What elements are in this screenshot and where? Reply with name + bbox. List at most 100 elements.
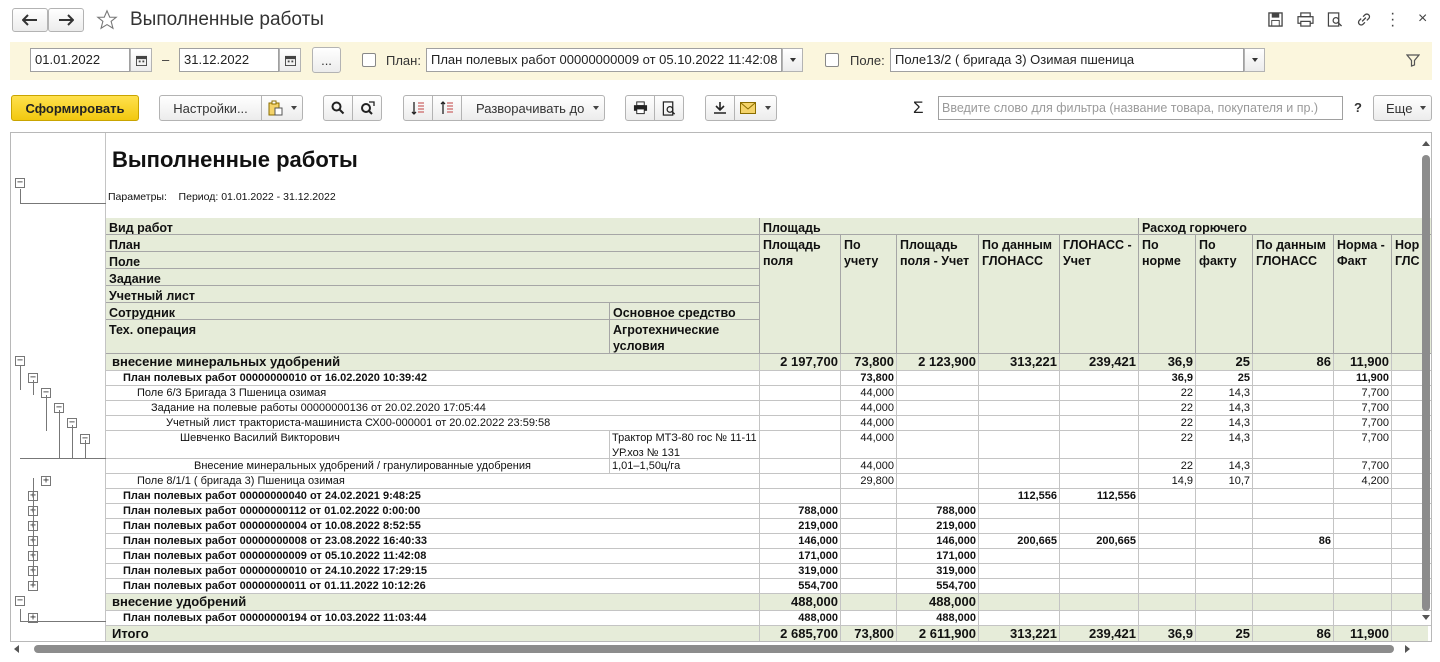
report-area[interactable]: Выполненные работы Параметры: Период: 01…	[10, 132, 1432, 642]
find-button[interactable]	[323, 95, 353, 121]
settings-button[interactable]: Настройки...	[159, 95, 262, 121]
table-row[interactable]: План полевых работ 00000000010 от 24.10.…	[106, 564, 1431, 579]
group-row[interactable]: Итого 2 685,700 73,800 2 611,900 313,221 239,…	[106, 626, 1428, 641]
print-icon[interactable]	[1297, 12, 1314, 30]
table-row[interactable]: План полевых работ 00000000010 от 16.02.…	[106, 371, 1431, 386]
filter-funnel-icon[interactable]	[1405, 53, 1421, 70]
row-value	[1334, 534, 1392, 549]
collapse-header-toggle[interactable]: −	[15, 178, 25, 188]
table-row[interactable]: План полевых работ 00000000011 от 01.11.…	[106, 579, 1431, 594]
field-label: Поле:	[850, 53, 885, 68]
date-to-field[interactable]: 31.12.2022	[179, 48, 279, 72]
tree-line	[46, 395, 47, 431]
row-value: 171,000	[897, 549, 979, 564]
row-value: 488,000	[897, 594, 979, 611]
expand-all-button[interactable]	[403, 95, 433, 121]
close-icon[interactable]: ×	[1418, 10, 1427, 28]
print-button[interactable]	[625, 95, 655, 121]
row-value: 7,700	[1334, 459, 1392, 474]
field-dropdown-button[interactable]	[1244, 48, 1265, 72]
table-row[interactable]: План полевых работ 00000000009 от 05.10.…	[106, 549, 1431, 564]
help-icon[interactable]: ?	[1354, 100, 1362, 115]
row-value	[1060, 416, 1139, 431]
print-preview-button[interactable]	[654, 95, 684, 121]
scrollbar-thumb[interactable]	[34, 645, 1394, 653]
forward-button[interactable]	[48, 8, 84, 32]
vertical-scrollbar[interactable]	[1421, 137, 1431, 625]
plan-dropdown-button[interactable]	[782, 48, 803, 72]
link-icon[interactable]	[1356, 12, 1372, 30]
report-title: Выполненные работы	[112, 147, 358, 172]
table-row[interactable]: Внесение минеральных удобрений / гранули…	[106, 459, 1431, 474]
scroll-up-arrow[interactable]	[1422, 141, 1430, 146]
save-icon[interactable]	[1268, 12, 1283, 30]
chevron-down-icon	[765, 106, 771, 110]
sum-icon[interactable]: Σ	[913, 98, 924, 118]
row-value	[1139, 489, 1196, 504]
table-row[interactable]: План полевых работ 00000000112 от 01.02.…	[106, 504, 1431, 519]
table-row[interactable]: Учетный лист тракториста-машиниста СХ00-…	[106, 416, 1431, 431]
download-icon	[714, 102, 726, 114]
group-row[interactable]: внесение минеральных удобрений 2 197,700 7…	[106, 354, 1431, 371]
row-value	[1196, 489, 1253, 504]
send-email-button[interactable]	[734, 95, 777, 121]
table-row[interactable]: План полевых работ 00000000008 от 23.08.…	[106, 534, 1431, 549]
generate-button[interactable]: Сформировать	[11, 95, 139, 121]
plan-checkbox[interactable]	[362, 53, 376, 67]
calendar-to-button[interactable]	[279, 48, 301, 72]
horizontal-scrollbar[interactable]	[10, 643, 1432, 655]
expand-to-dropdown[interactable]: Разворачивать до	[461, 95, 605, 121]
row-value	[1196, 611, 1253, 626]
row-value: 14,3	[1196, 416, 1253, 431]
table-row[interactable]: Задание на полевые работы 00000000136 от…	[106, 401, 1431, 416]
header-zadanie: Задание	[106, 269, 760, 286]
row-value: 554,700	[897, 579, 979, 594]
preview-icon[interactable]	[1327, 12, 1343, 30]
row-value	[1253, 371, 1334, 386]
table-row[interactable]: Шевченко Василий Викторович Трактор МТЗ-8…	[106, 431, 1431, 459]
row-value	[1060, 611, 1139, 626]
group-row[interactable]: внесение удобрений 488,000 488,000	[106, 594, 1431, 611]
favorite-star-icon[interactable]	[96, 9, 118, 34]
scroll-down-arrow[interactable]	[1422, 615, 1430, 620]
table-row[interactable]: План полевых работ 00000000004 от 10.08.…	[106, 519, 1431, 534]
collapse-row-toggle[interactable]: −	[15, 596, 25, 606]
row-value	[1139, 611, 1196, 626]
field-select[interactable]: Поле13/2 ( бригада 3) Озимая пшеница	[890, 48, 1244, 72]
plan-select[interactable]: План полевых работ 00000000009 от 05.10.…	[426, 48, 782, 72]
preview-icon	[662, 100, 676, 116]
expand-row-toggle[interactable]: +	[41, 476, 51, 486]
save-to-file-button[interactable]	[705, 95, 735, 121]
more-vertical-icon[interactable]: · · ·	[1390, 6, 1395, 34]
row-value	[760, 459, 841, 474]
field-checkbox[interactable]	[825, 53, 839, 67]
search-icon	[331, 101, 345, 115]
clipboard-icon	[268, 100, 283, 116]
row-label: План полевых работ 00000000009 от 05.10.…	[106, 549, 760, 564]
period-select-button[interactable]: ...	[312, 47, 341, 73]
collapse-all-button[interactable]	[432, 95, 462, 121]
filter-search-input[interactable]: Введите слово для фильтра (название това…	[938, 96, 1343, 120]
row-value	[1253, 401, 1334, 416]
find-next-button[interactable]	[352, 95, 382, 121]
row-value: 10,7	[1196, 474, 1253, 489]
more-button[interactable]: Еще	[1373, 95, 1432, 121]
row-value: 219,000	[897, 519, 979, 534]
scroll-right-arrow[interactable]	[1405, 645, 1410, 653]
variants-button[interactable]	[261, 95, 303, 121]
back-button[interactable]	[12, 8, 48, 32]
header-uchet-list: Учетный лист	[106, 286, 760, 303]
row-value: 44,000	[841, 431, 897, 459]
date-from-field[interactable]: 01.01.2022	[30, 48, 130, 72]
table-row[interactable]: Поле 8/1/1 ( бригада 3) Пшеница озимая 29…	[106, 474, 1431, 489]
row-value	[1060, 431, 1139, 459]
table-row[interactable]: План полевых работ 00000000194 от 10.03.…	[106, 611, 1431, 626]
calendar-from-button[interactable]	[130, 48, 152, 72]
table-row[interactable]: План полевых работ 00000000040 от 24.02.…	[106, 489, 1431, 504]
row-label: План полевых работ 00000000011 от 01.11.…	[106, 579, 760, 594]
row-value: 36,9	[1139, 354, 1196, 371]
scroll-left-arrow[interactable]	[14, 645, 19, 653]
scrollbar-thumb[interactable]	[1422, 155, 1430, 611]
table-row[interactable]: Поле 6/3 Бригада 3 Пшеница озимая 44,000 2…	[106, 386, 1431, 401]
tree-line	[20, 458, 106, 459]
